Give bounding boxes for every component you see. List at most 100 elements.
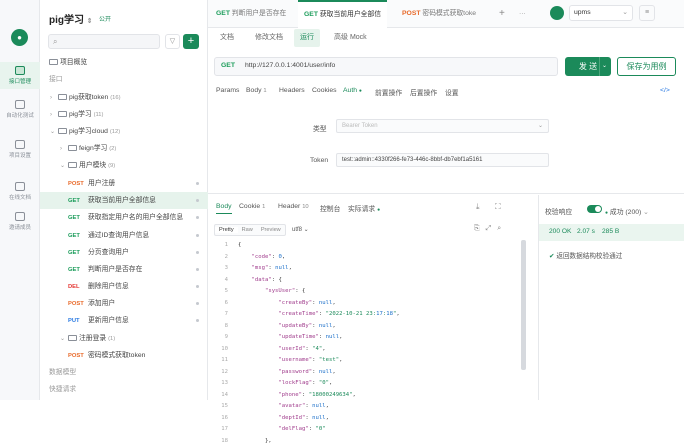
validation-toggle[interactable] xyxy=(587,205,602,213)
rail-item-api[interactable]: 接口管理 xyxy=(0,62,40,89)
environment-select[interactable]: upms⌄ xyxy=(569,5,633,21)
section-label-api: 接口 xyxy=(40,71,208,88)
new-tab-button[interactable]: + xyxy=(493,0,511,28)
save-as-case-button[interactable]: 保存为用例 xyxy=(617,57,676,76)
folder-pig-cloud[interactable]: ⌄pig学习cloud (12) xyxy=(40,123,208,140)
tab-post-ops[interactable]: 后置操作 xyxy=(410,87,437,97)
folder-feign[interactable]: ›feign学习 (2) xyxy=(40,140,208,157)
format-preview[interactable]: Preview xyxy=(257,227,285,233)
line-number: 9 xyxy=(214,332,228,344)
tab-edit-doc[interactable]: 修改文档 xyxy=(249,29,289,47)
chevron-down-icon: ⌄ xyxy=(538,120,543,132)
tab-mock[interactable]: 高级 Mock xyxy=(328,29,373,47)
tab-headers[interactable]: Headers xyxy=(279,87,305,94)
tab-run[interactable]: 运行 xyxy=(294,29,320,47)
auth-type-select[interactable]: Bearer Token⌄ xyxy=(336,119,549,133)
url-input[interactable]: http://127.0.0.1:4001/user/info xyxy=(245,62,335,69)
tab-doc[interactable]: 文档 xyxy=(214,29,240,47)
tab-params[interactable]: Params xyxy=(216,87,239,94)
folder-login[interactable]: ⌄注册登录 (1) xyxy=(40,330,208,347)
filter-icon[interactable]: ▽ xyxy=(165,34,180,49)
tab-actual-request[interactable]: 实际请求 ● xyxy=(348,203,380,213)
tab-user-exists[interactable]: GET 判断用户是否存在 xyxy=(210,0,292,28)
encoding-select[interactable]: utf8 ⌄ xyxy=(292,226,309,233)
project-title[interactable]: pig学习 ⇕ xyxy=(49,11,93,26)
check-icon: ✔ xyxy=(549,253,555,260)
rail-item-docs[interactable]: 在线文档 xyxy=(0,182,40,201)
tab-auth[interactable]: Auth ● xyxy=(343,87,362,94)
fullscreen-icon[interactable]: ⛶ xyxy=(495,202,501,212)
copy-icon[interactable]: ⎘⤢⌕ xyxy=(474,225,507,233)
status-dot: ● xyxy=(605,210,608,216)
method-select[interactable]: GET xyxy=(221,62,235,69)
more-dot xyxy=(196,319,199,322)
tab-settings[interactable]: 设置 xyxy=(445,87,459,97)
code-line: 9 "updateTime": null, xyxy=(214,332,524,344)
more-dot xyxy=(196,199,199,202)
env-settings-icon[interactable]: ≡ xyxy=(639,5,655,21)
add-button[interactable]: + xyxy=(183,34,199,49)
tab-console[interactable]: 控制台 xyxy=(320,203,340,213)
tab-current-user[interactable]: GET 获取当前用户全部信 xyxy=(298,0,387,28)
code-text: "updateTime": null, xyxy=(238,334,342,340)
list-item[interactable]: GET分页查询用户 xyxy=(40,244,208,261)
line-number: 13 xyxy=(214,378,228,390)
sidebar-item-overview[interactable]: 项目概览 xyxy=(40,54,208,71)
rail-item-invite[interactable]: 邀请成员 xyxy=(0,212,40,231)
line-number: 8 xyxy=(214,321,228,333)
chevron-down-icon: ⌄ xyxy=(60,331,68,348)
code-icon[interactable]: </> xyxy=(660,87,670,94)
avatar[interactable]: ● xyxy=(11,29,28,46)
line-number: 12 xyxy=(214,367,228,379)
rail-item-settings[interactable]: 项目设置 xyxy=(0,140,40,159)
folder-icon xyxy=(58,111,67,117)
rail-item-autotest[interactable]: 自动化测试 xyxy=(0,100,40,119)
code-text: "updateBy": null, xyxy=(238,323,336,329)
more-dot xyxy=(196,302,199,305)
token-input[interactable]: test::admin::4330f266-fe73-446c-8bbf-db7… xyxy=(336,153,549,167)
list-item[interactable]: POST密码模式获取token xyxy=(40,347,208,364)
url-bar[interactable]: GET http://127.0.0.1:4001/user/info xyxy=(214,57,558,76)
tab-resp-header[interactable]: Header 10 xyxy=(278,203,309,210)
list-item[interactable]: GET判断用户是否存在 xyxy=(40,261,208,278)
scrollbar[interactable] xyxy=(521,240,526,370)
section-label-quick[interactable]: 快捷请求 xyxy=(40,381,208,398)
code-text: "avatar": null, xyxy=(238,403,329,409)
download-icon[interactable]: ⤓ xyxy=(476,202,480,212)
chevron-down-icon: ⌄ xyxy=(643,209,649,216)
more-tabs-icon[interactable]: ··· xyxy=(513,0,532,28)
search-input[interactable]: ⌕ xyxy=(48,34,160,49)
list-item[interactable]: GET获取指定用户名的用户全部信息 xyxy=(40,209,208,226)
folder-icon xyxy=(58,128,67,134)
send-button[interactable]: 发 送⌄ xyxy=(565,57,611,76)
list-item[interactable]: PUT更新用户信息 xyxy=(40,312,208,329)
code-text: "username": "test", xyxy=(238,357,342,363)
code-text: "code": 0, xyxy=(238,254,285,260)
code-text: }, xyxy=(238,438,272,444)
section-label-models[interactable]: 数据模型 xyxy=(40,364,208,381)
folder-user-module[interactable]: ⌄用户模块 (9) xyxy=(40,157,208,174)
format-raw[interactable]: Raw xyxy=(238,227,257,233)
tab-cookies[interactable]: Cookies xyxy=(312,87,337,94)
chevron-down-icon[interactable]: ⌄ xyxy=(599,57,609,76)
tab-pre-ops[interactable]: 前置操作 xyxy=(375,87,402,97)
tab-body[interactable]: Body 1 xyxy=(246,87,267,94)
tab-resp-cookie[interactable]: Cookie 1 xyxy=(239,203,265,210)
sync-icon[interactable] xyxy=(550,6,564,20)
auth-type-label: 类型 xyxy=(313,123,327,133)
folder-pig-token[interactable]: ›pig获取token (16) xyxy=(40,89,208,106)
tab-resp-body[interactable]: Body xyxy=(216,203,232,214)
list-item[interactable]: DEL删除用户信息 xyxy=(40,278,208,295)
list-item[interactable]: POST用户注册 xyxy=(40,175,208,192)
switch-project-icon[interactable]: ⇕ xyxy=(87,18,93,25)
tab-password-token[interactable]: POST 密码模式获取toke xyxy=(396,0,482,28)
tab-bar: GET 判断用户是否存在 GET 获取当前用户全部信 POST 密码模式获取to… xyxy=(208,0,684,28)
line-number: 6 xyxy=(214,298,228,310)
list-item-selected[interactable]: GET获取当前用户全部信息 xyxy=(40,192,208,209)
code-text: "data": { xyxy=(238,277,282,283)
code-text: "createBy": null, xyxy=(238,300,336,306)
list-item[interactable]: GET通过ID查询用户信息 xyxy=(40,227,208,244)
list-item[interactable]: POST添加用户 xyxy=(40,295,208,312)
folder-pig-study[interactable]: ›pig学习 (11) xyxy=(40,106,208,123)
format-pretty[interactable]: Pretty xyxy=(215,227,238,233)
